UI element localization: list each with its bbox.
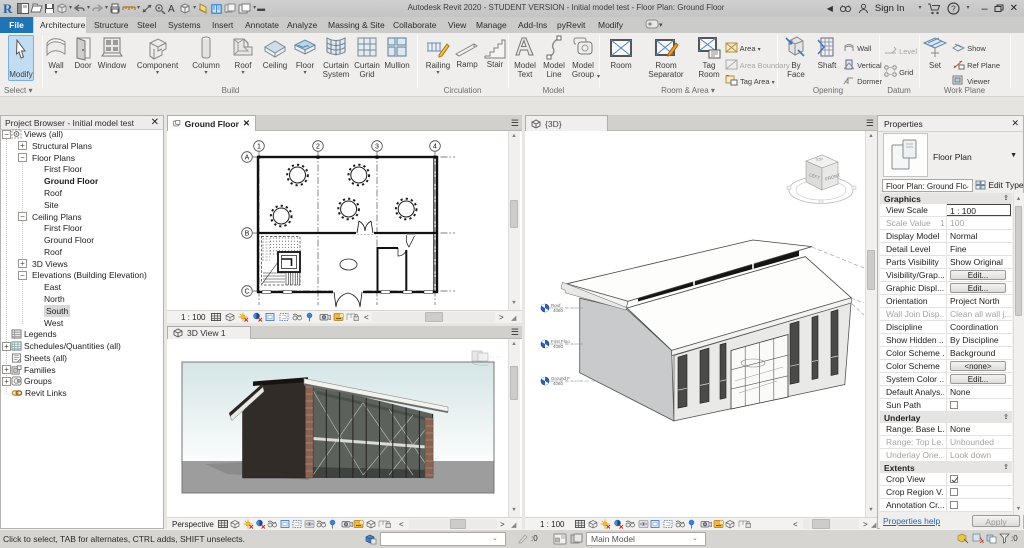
svg-text:2: 2 (316, 144, 320, 151)
svg-text:?: ? (951, 4, 956, 14)
svg-text:▾: ▾ (659, 22, 663, 29)
svg-text:4060: 4060 (553, 344, 564, 349)
svg-text:1: 1 (257, 144, 261, 151)
svg-text:4: 4 (433, 144, 437, 151)
svg-text:TOP: TOP (815, 156, 824, 162)
svg-text:A: A (245, 155, 250, 162)
svg-text:R: R (3, 2, 13, 15)
svg-text:4060: 4060 (553, 308, 564, 313)
svg-text:4060: 4060 (553, 381, 564, 386)
svg-text:B: B (245, 231, 250, 238)
svg-text:3: 3 (375, 144, 379, 151)
svg-text:C: C (244, 289, 249, 296)
